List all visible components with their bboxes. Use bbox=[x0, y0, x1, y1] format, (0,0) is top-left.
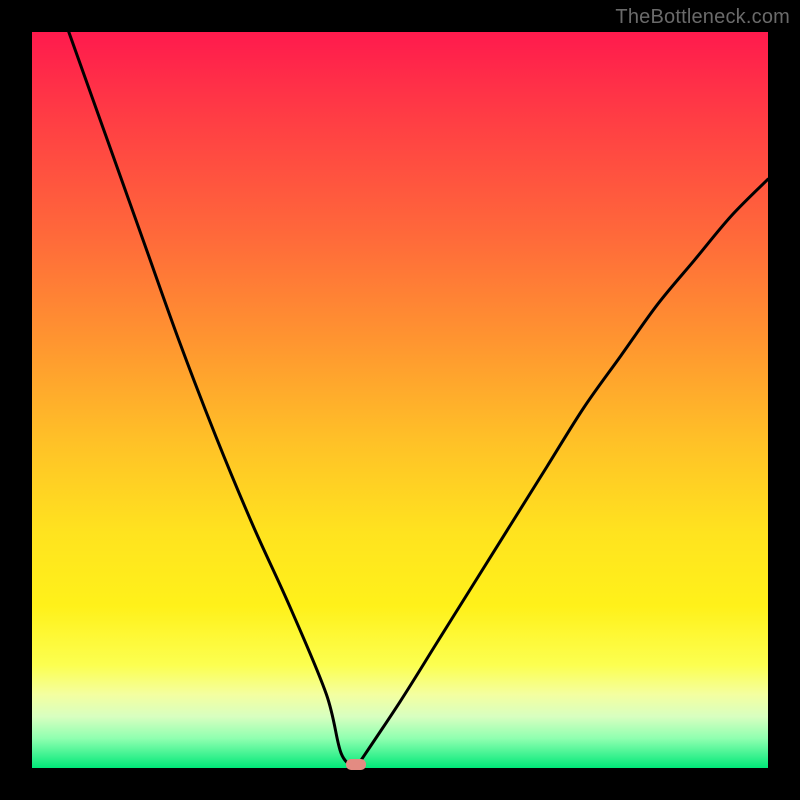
chart-frame: TheBottleneck.com bbox=[0, 0, 800, 800]
curve-svg bbox=[32, 32, 768, 768]
watermark-text: TheBottleneck.com bbox=[615, 6, 790, 29]
plot-area bbox=[32, 32, 768, 768]
bottleneck-curve bbox=[69, 32, 768, 768]
minimum-marker bbox=[346, 759, 366, 770]
